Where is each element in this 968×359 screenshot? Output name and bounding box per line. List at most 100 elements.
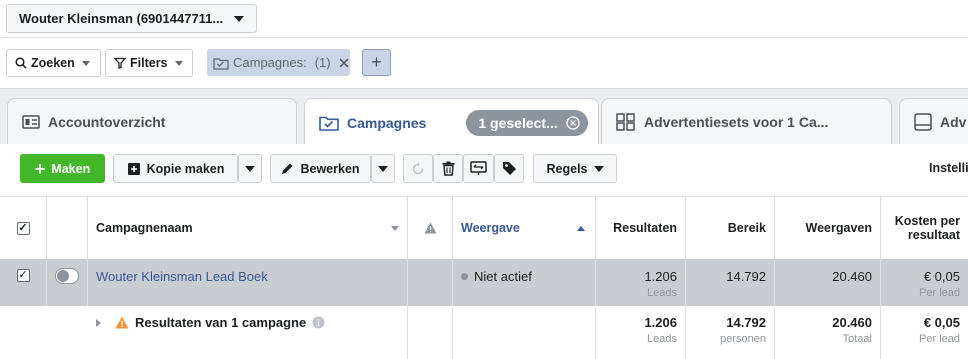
discard-button[interactable]	[403, 154, 433, 183]
summary-cost-value: € 0,05	[923, 315, 960, 330]
header-label: Campagnenaam	[96, 221, 193, 235]
header-warnings[interactable]	[408, 197, 453, 259]
edit-dropdown[interactable]	[371, 154, 395, 183]
pencil-icon	[281, 162, 294, 175]
row-delivery-cell: Niet actief	[453, 260, 596, 306]
warning-icon	[424, 222, 437, 234]
chevron-down-icon	[234, 16, 244, 22]
row-reach-cell: 14.792	[686, 260, 775, 306]
reach-value: 14.792	[726, 269, 766, 284]
add-filter-button[interactable]: +	[362, 49, 391, 76]
campaign-folder-icon	[213, 56, 229, 70]
ab-test-icon	[470, 161, 487, 176]
filter-bar: Zoeken Filters Campagnes: (1) +	[0, 38, 968, 88]
summary-reach-cell: 14.792 personen	[686, 306, 775, 359]
filters-label: Filters	[130, 56, 168, 70]
ab-test-button[interactable]	[463, 154, 494, 183]
account-bar: Wouter Kleinsman (6901447711...	[0, 0, 968, 38]
create-button[interactable]: + Maken	[20, 154, 105, 183]
summary-label: Resultaten van 1 campagne	[135, 315, 307, 330]
row-toggle-cell	[47, 260, 88, 306]
account-name: Wouter Kleinsman (6901447711...	[19, 11, 224, 26]
table-header: ✓ Campagnenaam Weergave Resultaten Berei…	[0, 197, 968, 260]
header-label: Weergaven	[805, 221, 872, 235]
chip-count: (1)	[314, 55, 331, 70]
duplicate-dropdown[interactable]	[238, 154, 262, 183]
select-all-checkbox[interactable]: ✓	[16, 221, 30, 235]
header-results[interactable]: Resultaten	[596, 197, 686, 259]
rules-button[interactable]: Regels	[533, 154, 617, 183]
duplicate-button[interactable]: Kopie maken	[113, 154, 238, 183]
summary-warning-cell	[408, 306, 453, 359]
dashboard-icon	[22, 114, 40, 130]
edit-button[interactable]: Bewerken	[270, 154, 371, 183]
row-name-cell: Wouter Kleinsman Lead Boek	[88, 260, 408, 306]
summary-row: Resultaten van 1 campagne 1.206 Leads 14…	[0, 306, 968, 359]
expand-arrow-icon[interactable]	[96, 319, 101, 327]
account-selector[interactable]: Wouter Kleinsman (6901447711...	[6, 4, 257, 33]
warning-icon	[115, 316, 129, 329]
filter-icon	[114, 57, 126, 69]
close-icon[interactable]	[339, 58, 349, 68]
delivery-status: Niet actief	[474, 269, 532, 284]
row-checkbox[interactable]: ✓	[16, 269, 30, 282]
tab-campaigns[interactable]: Campagnes 1 geselect...	[304, 98, 599, 146]
sort-ascending-icon	[577, 226, 585, 231]
settings-link[interactable]: Instelli	[929, 161, 968, 175]
chevron-down-icon	[81, 60, 90, 66]
summary-delivery-cell	[453, 306, 596, 359]
tab-account-overview[interactable]: Accountoverzicht	[7, 98, 297, 145]
results-unit: Leads	[647, 287, 677, 299]
search-label: Zoeken	[31, 56, 75, 70]
header-delivery[interactable]: Weergave	[453, 197, 596, 259]
delete-button[interactable]	[433, 154, 463, 183]
cost-value: € 0,05	[923, 269, 960, 284]
tab-ads[interactable]: Adv	[899, 98, 968, 145]
summary-reach-value: 14.792	[726, 315, 766, 330]
header-cost-per-result[interactable]: Kosten per resultaat	[881, 197, 968, 259]
tag-icon	[502, 161, 517, 176]
selection-pill[interactable]: 1 geselect...	[466, 109, 588, 136]
header-checkbox-cell: ✓	[0, 197, 47, 259]
header-label: Weergave	[461, 221, 520, 235]
summary-results-value: 1.206	[644, 315, 677, 330]
refresh-icon	[411, 162, 425, 176]
grid-icon	[616, 113, 636, 131]
chevron-down-icon	[174, 60, 183, 66]
level-tabs: Accountoverzicht Campagnes 1 geselect...…	[0, 88, 968, 146]
header-label: resultaat	[907, 228, 960, 242]
search-button[interactable]: Zoeken	[6, 49, 101, 77]
tag-button[interactable]	[494, 154, 524, 183]
tab-label: Advertentiesets voor 1 Ca...	[644, 114, 829, 130]
close-circle-icon[interactable]	[566, 115, 580, 130]
row-warning-cell	[408, 260, 453, 306]
campaign-folder-icon	[319, 115, 339, 131]
duplicate-label: Kopie maken	[146, 161, 225, 176]
search-icon	[15, 57, 27, 69]
status-dot	[461, 273, 468, 280]
header-reach[interactable]: Bereik	[686, 197, 775, 259]
header-campaign-name[interactable]: Campagnenaam	[88, 197, 408, 259]
create-label: Maken	[51, 161, 91, 176]
summary-impressions-unit: Totaal	[842, 333, 872, 345]
filters-button[interactable]: Filters	[105, 49, 193, 77]
campaign-toggle[interactable]	[55, 268, 79, 284]
tab-ad-sets[interactable]: Advertentiesets voor 1 Ca...	[601, 98, 892, 145]
ad-icon	[914, 113, 932, 131]
summary-name-cell: Resultaten van 1 campagne	[88, 306, 408, 359]
info-icon[interactable]	[312, 316, 325, 329]
campaign-filter-chip[interactable]: Campagnes: (1)	[207, 49, 350, 76]
row-cost-cell: € 0,05 Per lead	[881, 260, 968, 306]
trash-icon	[442, 161, 455, 176]
header-label: Kosten per	[894, 214, 960, 228]
campaign-name-link[interactable]: Wouter Kleinsman Lead Boek	[96, 269, 268, 284]
plus-icon: +	[34, 158, 46, 179]
chevron-down-icon	[593, 165, 604, 172]
summary-results-cell: 1.206 Leads	[596, 306, 686, 359]
campaign-table: ✓ Campagnenaam Weergave Resultaten Berei…	[0, 196, 968, 359]
impressions-value: 20.460	[832, 269, 872, 284]
header-impressions[interactable]: Weergaven	[775, 197, 881, 259]
table-row[interactable]: ✓ Wouter Kleinsman Lead Boek Niet actief…	[0, 260, 968, 306]
sort-chevron-icon	[391, 226, 399, 231]
summary-cost-cell: € 0,05 Per lead	[881, 306, 968, 359]
